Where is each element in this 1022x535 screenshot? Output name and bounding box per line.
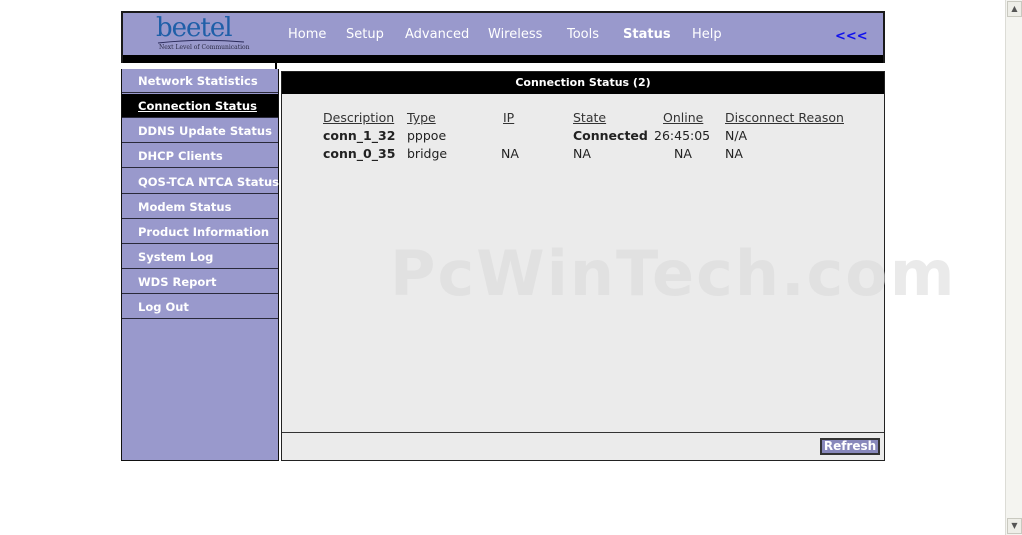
brand-logo[interactable]: beetel Next Level of Communication [156,13,251,55]
column-header-description[interactable]: Description [323,110,394,125]
nav-setup[interactable]: Setup [346,27,384,42]
nav-help[interactable]: Help [692,27,722,42]
sidebar-item-network-statistics[interactable]: Network Statistics [122,69,278,93]
sidebar-item-qos-tca-ntca-status[interactable]: QOS-TCA NTCA Status [122,170,279,194]
refresh-button[interactable]: Refresh [820,438,880,455]
top-header: beetel Next Level of Communication Home … [121,11,885,57]
row1-type: pppoe [407,128,447,143]
row1-disconnect-reason: N/A [725,128,748,143]
row2-ip: NA [501,146,519,161]
nav-status[interactable]: Status [623,27,671,42]
sidebar-item-product-information[interactable]: Product Information [122,220,278,244]
column-header-disconnect-reason[interactable]: Disconnect Reason [725,110,844,125]
column-header-state[interactable]: State [573,110,606,125]
row2-state: NA [573,146,591,161]
sidebar-item-system-log[interactable]: System Log [122,245,278,269]
sidebar-item-log-out[interactable]: Log Out [122,295,278,319]
row1-description: conn_1_32 [323,128,396,143]
scroll-down-icon[interactable]: ▼ [1007,518,1022,534]
watermark: PcWinTech.com [390,237,957,310]
connection-status-panel: Connection Status (2) PcWinTech.com Desc… [281,71,954,461]
panel-footer-divider [282,432,884,433]
nav-home[interactable]: Home [288,27,326,42]
header-divider [121,55,885,63]
sidebar-item-wds-report[interactable]: WDS Report [122,270,278,294]
column-header-online[interactable]: Online [663,110,703,125]
logo-tagline: Next Level of Communication [159,44,250,51]
row2-online: NA [674,146,692,161]
row2-type: bridge [407,146,448,161]
sidebar-item-dhcp-clients[interactable]: DHCP Clients [122,144,278,168]
sidebar-menu: Network Statistics Connection Status DDN… [121,69,279,461]
row1-online: 26:45:05 [654,128,711,143]
nav-tools[interactable]: Tools [567,27,599,42]
row2-description: conn_0_35 [323,146,396,161]
row1-state: Connected [573,128,648,143]
back-link[interactable]: <<< [835,29,868,44]
row2-disconnect-reason: NA [725,146,743,161]
router-ui: beetel Next Level of Communication Home … [121,11,954,461]
column-header-type[interactable]: Type [407,110,436,125]
page-scrollbar[interactable]: ▲ ▼ [1005,0,1022,535]
scroll-up-icon[interactable]: ▲ [1007,1,1022,17]
nav-wireless[interactable]: Wireless [488,27,542,42]
sidebar-item-connection-status[interactable]: Connection Status [122,94,278,118]
panel-title: Connection Status (2) [282,72,884,94]
sidebar-item-ddns-update-status[interactable]: DDNS Update Status [122,119,278,143]
column-header-ip[interactable]: IP [503,110,514,125]
sidebar-item-modem-status[interactable]: Modem Status [122,195,278,219]
nav-advanced[interactable]: Advanced [405,27,469,42]
